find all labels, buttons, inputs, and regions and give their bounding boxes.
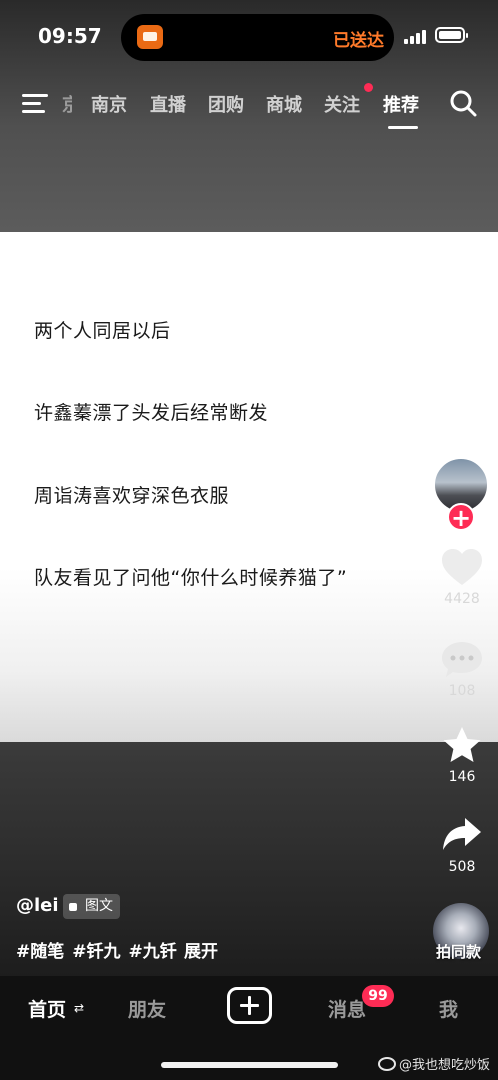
card-text-line: 两个人同居以后 (34, 320, 171, 342)
gallery-icon (69, 900, 81, 913)
hashtag[interactable]: #随笔 (16, 942, 64, 962)
image-text-badge: 图文 (63, 894, 120, 919)
follow-plus-button[interactable]: + (447, 503, 475, 531)
active-tab-indicator (388, 126, 418, 129)
tab-recommended[interactable]: 推荐 (383, 91, 419, 117)
share-button[interactable]: 508 (436, 815, 488, 875)
tab-messages[interactable]: 消息 (328, 995, 366, 1022)
messages-count-badge: 99 (362, 985, 394, 1007)
tab-nearby-cut[interactable]: 京 (62, 91, 72, 117)
search-icon[interactable] (449, 89, 477, 117)
post-image-card[interactable]: 两个人同居以后 许鑫蓁漂了头发后经常断发 周诣涛喜欢穿深色衣服 队友看见了问他“… (0, 232, 498, 742)
dynamic-island[interactable]: 已送达 (121, 14, 394, 61)
status-time: 09:57 (38, 24, 102, 48)
watermark-text: @我也想吃炒饭 (398, 1058, 490, 1073)
share-count: 508 (448, 859, 476, 875)
author-handle[interactable]: @lei (16, 895, 59, 916)
home-indicator[interactable] (161, 1062, 338, 1068)
battery-icon (435, 27, 468, 43)
hashtag-list: #随笔 #钎九 #九钎 (16, 937, 185, 962)
hashtag[interactable]: #九钎 (129, 942, 177, 962)
tab-home[interactable]: 首页 (28, 995, 66, 1022)
comment-icon (442, 642, 482, 677)
tab-friends[interactable]: 朋友 (128, 995, 166, 1022)
card-text-line: 许鑫蓁漂了头发后经常断发 (34, 402, 269, 424)
favorite-count: 146 (448, 769, 476, 785)
watermark: @我也想吃炒饭 (377, 1054, 490, 1073)
tab-nanjing[interactable]: 南京 (91, 91, 127, 117)
island-status-text: 已送达 (333, 31, 384, 51)
comment-button[interactable]: 108 (436, 639, 488, 699)
cellular-signal-icon (404, 30, 428, 44)
weibo-icon (377, 1056, 396, 1071)
expand-caption-button[interactable]: 展开 (184, 937, 218, 962)
use-template-label[interactable]: 拍同款 (436, 941, 481, 962)
card-text-line: 周诣涛喜欢穿深色衣服 (34, 485, 230, 507)
menu-icon[interactable] (22, 91, 48, 115)
card-text-line: 队友看见了问他“你什么时候养猫了” (34, 567, 348, 589)
following-dot-badge (364, 83, 373, 92)
badge-label: 图文 (85, 898, 113, 914)
hashtag[interactable]: #钎九 (72, 942, 120, 962)
tab-me[interactable]: 我 (439, 995, 458, 1022)
swap-icon: ⇄ (74, 1001, 85, 1015)
comment-count: 108 (448, 683, 476, 699)
tab-group-buy[interactable]: 团购 (208, 91, 244, 117)
star-icon (443, 727, 481, 762)
tab-mall[interactable]: 商城 (266, 91, 302, 117)
create-post-button[interactable] (227, 987, 272, 1024)
heart-icon (442, 549, 482, 585)
like-button[interactable]: 4428 (436, 547, 488, 607)
delivery-app-icon (137, 25, 163, 49)
tab-following[interactable]: 关注 (324, 91, 360, 117)
tab-live[interactable]: 直播 (150, 91, 186, 117)
share-arrow-icon (443, 818, 481, 850)
favorite-button[interactable]: 146 (436, 725, 488, 785)
like-count: 4428 (444, 591, 480, 607)
